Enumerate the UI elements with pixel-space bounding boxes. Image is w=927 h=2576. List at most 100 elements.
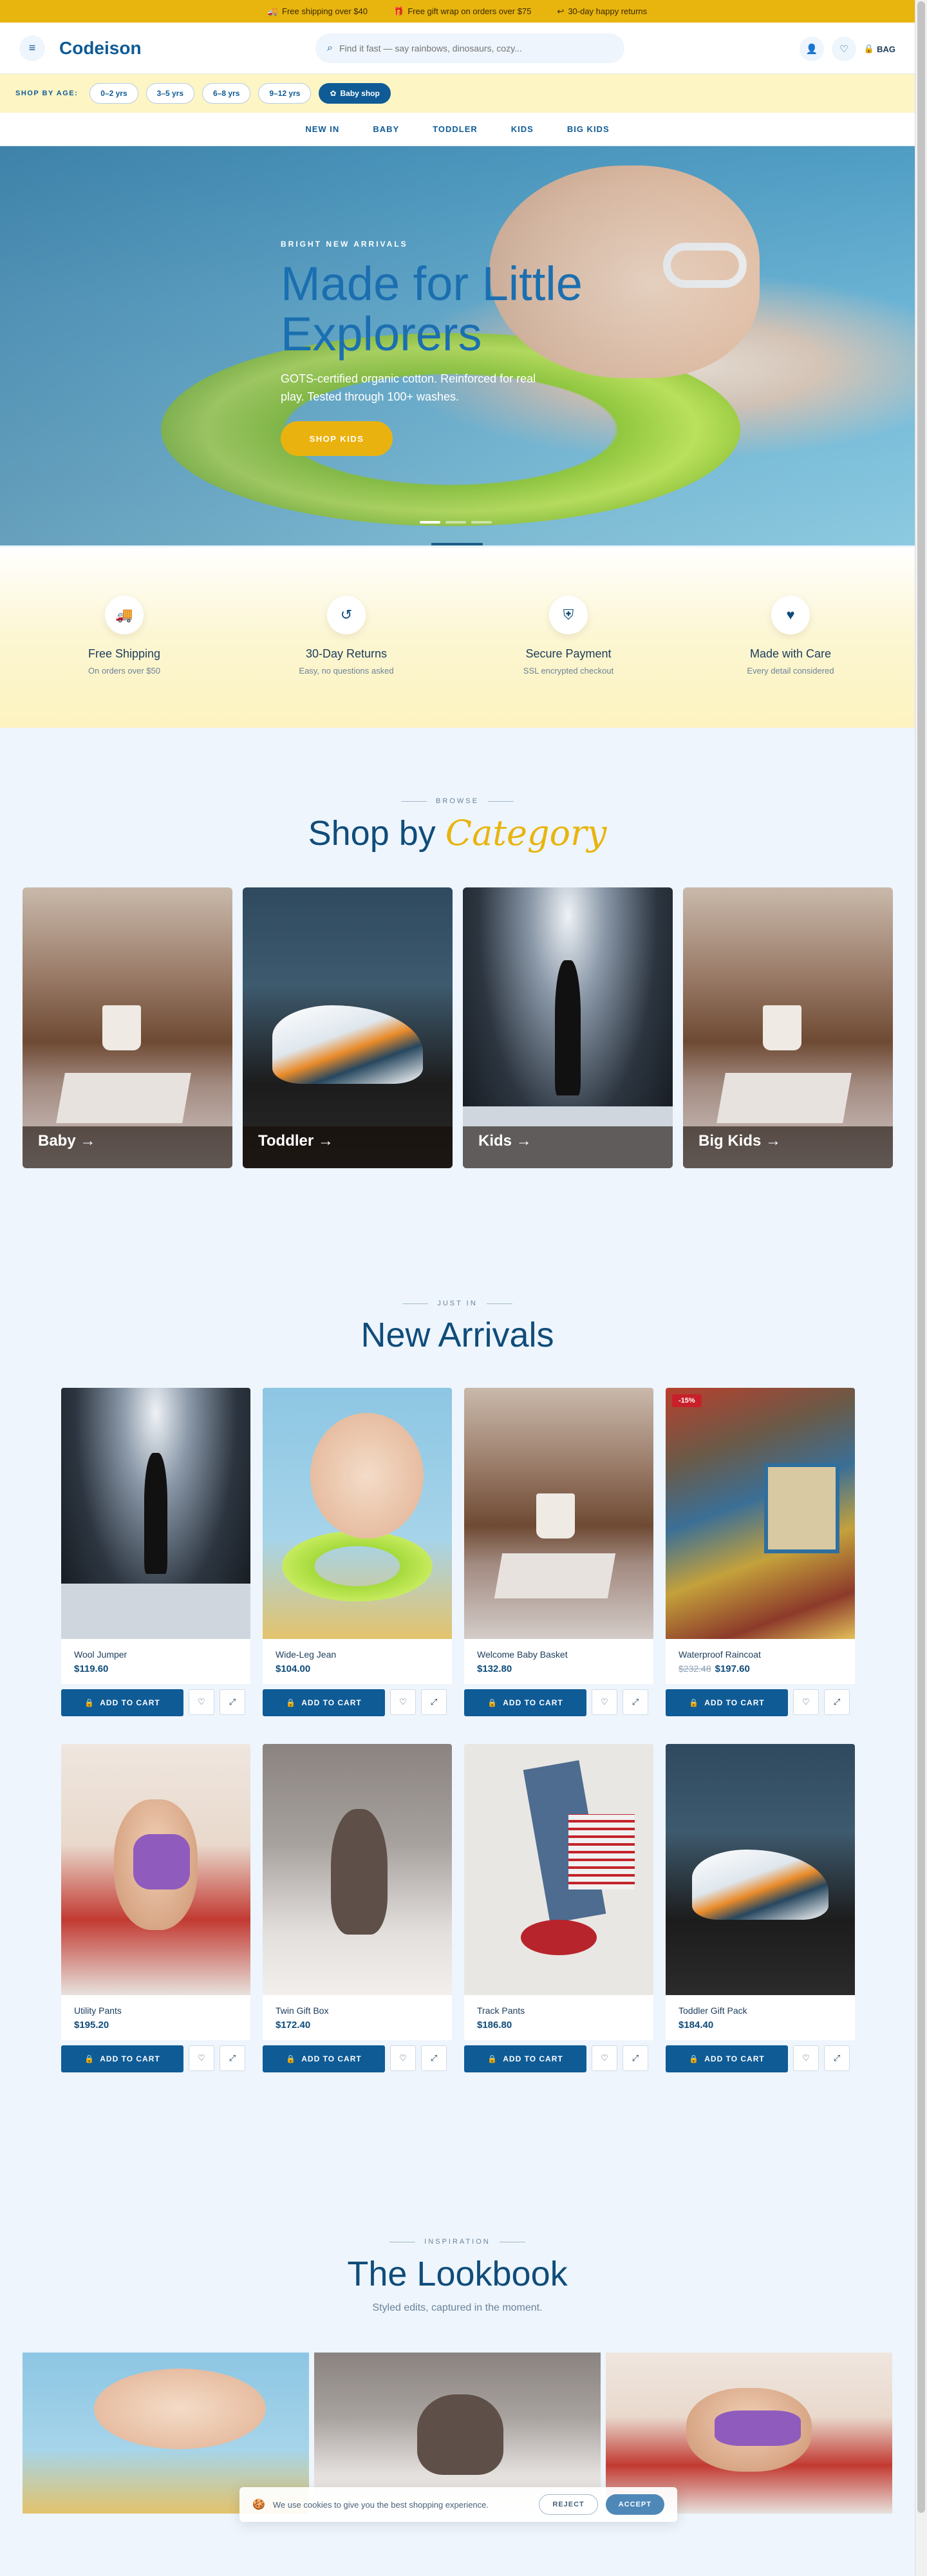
- category-image-book: [716, 1072, 852, 1124]
- cookie-reject-button[interactable]: REJECT: [539, 2494, 598, 2515]
- bag-button[interactable]: 🔒 BAG: [864, 44, 895, 54]
- wishlist-button[interactable]: ♡: [793, 1689, 819, 1715]
- quick-view-button[interactable]: ⤢: [421, 1689, 447, 1715]
- product-actions: 🔒 ADD TO CART ♡ ⤢: [263, 1689, 452, 1716]
- user-icon: 👤: [805, 44, 818, 55]
- wishlist-button[interactable]: ♡: [390, 1689, 416, 1715]
- scrollbar-thumb[interactable]: [917, 1, 925, 2513]
- baby-shop-pill[interactable]: ✿ Baby shop: [319, 83, 391, 104]
- site-logo[interactable]: Codeison: [59, 38, 142, 59]
- wishlist-button[interactable]: ♡: [592, 1689, 617, 1715]
- cookie-accept-button[interactable]: ACCEPT: [605, 2494, 664, 2515]
- product-name[interactable]: Wide-Leg Jean: [276, 1649, 439, 1660]
- add-to-cart-button[interactable]: 🔒 ADD TO CART: [263, 1689, 385, 1716]
- quick-view-button[interactable]: ⤢: [220, 2045, 245, 2071]
- product-image[interactable]: [666, 1744, 855, 1995]
- quick-view-button[interactable]: ⤢: [623, 2045, 648, 2071]
- age-pill-3-5[interactable]: 3–5 yrs: [145, 83, 195, 104]
- wishlist-button[interactable]: ♡: [189, 1689, 214, 1715]
- lookbook-eyebrow: INSPIRATION: [0, 2238, 915, 2246]
- quick-view-button[interactable]: ⤢: [824, 2045, 850, 2071]
- product-name[interactable]: Toddler Gift Pack: [679, 2005, 842, 2016]
- feature-free-shipping: 🚚 Free Shipping On orders over $50: [14, 596, 236, 728]
- search-input[interactable]: [339, 43, 613, 53]
- search-bar[interactable]: ⌕: [315, 33, 624, 63]
- nav-toddler[interactable]: TODDLER: [433, 124, 478, 134]
- bag-icon: 🔒: [286, 1698, 297, 1707]
- category-label: Kids →: [478, 1132, 532, 1150]
- quick-view-button[interactable]: ⤢: [220, 1689, 245, 1715]
- age-pill-9-12[interactable]: 9–12 yrs: [258, 83, 312, 104]
- product-image[interactable]: [263, 1744, 452, 1995]
- add-to-cart-button[interactable]: 🔒 ADD TO CART: [666, 1689, 788, 1716]
- wishlist-button[interactable]: ♡: [793, 2045, 819, 2071]
- nav-new-in[interactable]: NEW IN: [305, 124, 339, 134]
- product-image-baby: [310, 1413, 424, 1539]
- slide-dot-3[interactable]: [471, 521, 492, 524]
- category-card-toddler[interactable]: Toddler →: [243, 887, 453, 1168]
- wishlist-button[interactable]: ♡: [390, 2045, 416, 2071]
- nav-big-kids[interactable]: BIG KIDS: [567, 124, 610, 134]
- product-name[interactable]: Wool Jumper: [74, 1649, 238, 1660]
- nav-baby[interactable]: BABY: [373, 124, 399, 134]
- product-image[interactable]: [61, 1744, 250, 1995]
- product-image[interactable]: [61, 1388, 250, 1639]
- expand-icon: ⤢: [833, 1697, 841, 1707]
- product-image[interactable]: -15%: [666, 1388, 855, 1639]
- arrivals-title: New Arrivals: [360, 1316, 554, 1354]
- add-to-cart-label: ADD TO CART: [503, 1698, 563, 1707]
- slide-dot-2[interactable]: [445, 521, 466, 524]
- product-info: Wide-Leg Jean $104.00: [263, 1639, 452, 1684]
- product-card: Wide-Leg Jean $104.00 🔒 ADD TO CART ♡ ⤢: [263, 1388, 452, 1716]
- add-to-cart-label: ADD TO CART: [704, 2054, 765, 2063]
- product-name[interactable]: Utility Pants: [74, 2005, 238, 2016]
- product-card: Welcome Baby Basket $132.80 🔒 ADD TO CART…: [464, 1388, 653, 1716]
- heart-icon: ♡: [802, 2053, 810, 2063]
- product-image-person: [144, 1453, 167, 1574]
- truck-icon: 🚚: [105, 596, 144, 634]
- product-name[interactable]: Track Pants: [477, 2005, 641, 2016]
- product-actions: 🔒 ADD TO CART ♡ ⤢: [666, 1689, 855, 1716]
- add-to-cart-button[interactable]: 🔒 ADD TO CART: [263, 2045, 385, 2072]
- product-card: Twin Gift Box $172.40 🔒 ADD TO CART ♡ ⤢: [263, 1744, 452, 2072]
- age-pill-0-2[interactable]: 0–2 yrs: [89, 83, 138, 104]
- product-name[interactable]: Welcome Baby Basket: [477, 1649, 641, 1660]
- bag-icon: 🔒: [84, 1698, 95, 1707]
- quick-view-button[interactable]: ⤢: [824, 1689, 850, 1715]
- product-image[interactable]: [464, 1388, 653, 1639]
- category-card-kids[interactable]: Kids →: [463, 887, 673, 1168]
- account-button[interactable]: 👤: [799, 37, 824, 61]
- category-card-big-kids[interactable]: Big Kids →: [683, 887, 893, 1168]
- quick-view-button[interactable]: ⤢: [421, 2045, 447, 2071]
- page-scrollbar[interactable]: [915, 0, 927, 2576]
- add-to-cart-button[interactable]: 🔒 ADD TO CART: [464, 1689, 586, 1716]
- menu-button[interactable]: ≡: [19, 35, 45, 61]
- category-image-book: [55, 1072, 191, 1124]
- slide-dot-1[interactable]: [420, 521, 440, 524]
- add-to-cart-label: ADD TO CART: [704, 1698, 765, 1707]
- product-image[interactable]: [464, 1744, 653, 1995]
- wishlist-button[interactable]: ♡: [189, 2045, 214, 2071]
- add-to-cart-button[interactable]: 🔒 ADD TO CART: [61, 1689, 183, 1716]
- product-name[interactable]: Twin Gift Box: [276, 2005, 439, 2016]
- shop-kids-button[interactable]: SHOP KIDS: [281, 421, 393, 456]
- main-nav: NEW IN BABY TODDLER KIDS BIG KIDS: [0, 113, 915, 146]
- add-to-cart-button[interactable]: 🔒 ADD TO CART: [666, 2045, 788, 2072]
- add-to-cart-button[interactable]: 🔒 ADD TO CART: [464, 2045, 586, 2072]
- bag-icon: 🔒: [487, 1698, 498, 1707]
- product-name[interactable]: Waterproof Raincoat: [679, 1649, 842, 1660]
- age-pill-6-8[interactable]: 6–8 yrs: [202, 83, 251, 104]
- quick-view-button[interactable]: ⤢: [623, 1689, 648, 1715]
- add-to-cart-label: ADD TO CART: [100, 2054, 160, 2063]
- wishlist-button[interactable]: ♡: [831, 37, 856, 61]
- header-actions: 👤 ♡ 🔒 BAG: [799, 37, 895, 61]
- hero-title-line1: Made for Little: [281, 257, 583, 310]
- product-image[interactable]: [263, 1388, 452, 1639]
- nav-kids[interactable]: KIDS: [511, 124, 534, 134]
- product-actions: 🔒 ADD TO CART ♡ ⤢: [61, 2045, 250, 2072]
- category-card-baby[interactable]: Baby →: [23, 887, 232, 1168]
- lookbook-title: The Lookbook: [347, 2255, 568, 2293]
- wishlist-button[interactable]: ♡: [592, 2045, 617, 2071]
- add-to-cart-button[interactable]: 🔒 ADD TO CART: [61, 2045, 183, 2072]
- promo-item-returns: ↩ 30-day happy returns: [557, 6, 647, 17]
